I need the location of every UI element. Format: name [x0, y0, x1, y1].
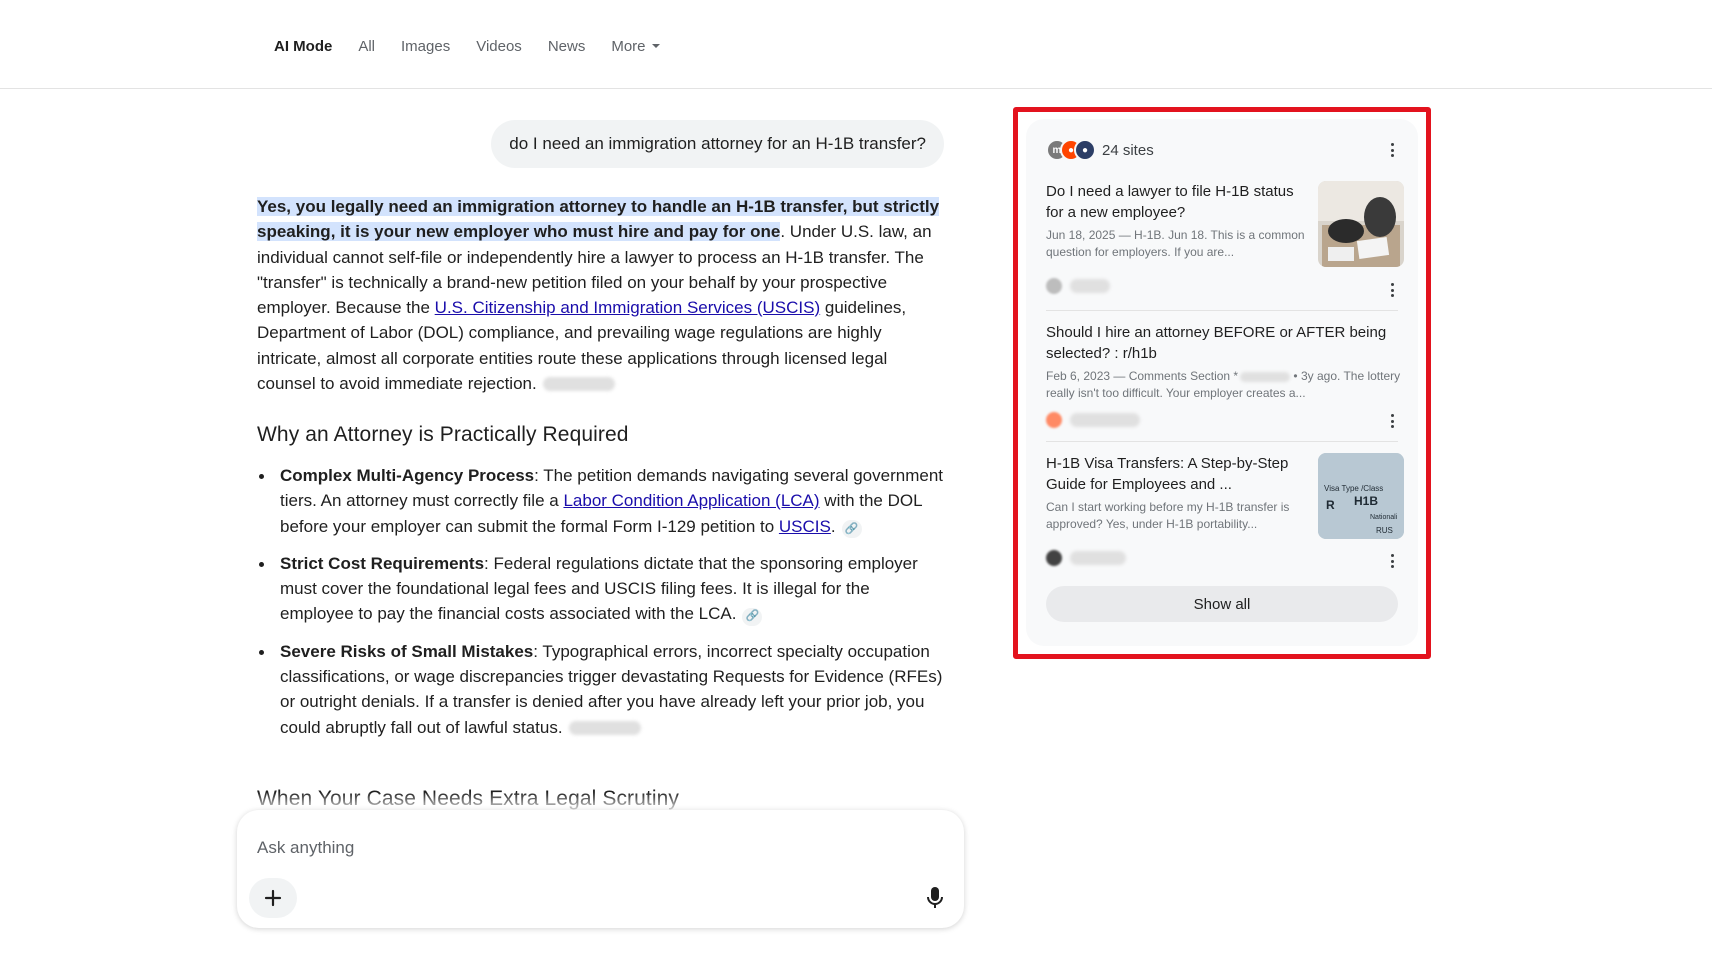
- user-query-bubble: do I need an immigration attorney for an…: [491, 120, 944, 168]
- list-item: Strict Cost Requirements: Federal regula…: [257, 551, 947, 627]
- reasons-list: Complex Multi-Agency Process: The petiti…: [257, 463, 947, 752]
- ask-input-placeholder[interactable]: Ask anything: [257, 838, 354, 858]
- bullet-title: Complex Multi-Agency Process: [280, 466, 535, 485]
- ai-answer-paragraph: Yes, you legally need an immigration att…: [257, 194, 947, 396]
- tab-ai-mode[interactable]: AI Mode: [274, 38, 332, 55]
- search-mode-tabs: AI Mode All Images Videos News More: [274, 38, 686, 55]
- ask-input-box[interactable]: Ask anything: [237, 810, 964, 928]
- list-item: Severe Risks of Small Mistakes: Typograp…: [257, 639, 947, 740]
- citation-chip[interactable]: [542, 377, 615, 392]
- citation-chip[interactable]: [568, 720, 641, 735]
- add-button[interactable]: [249, 878, 297, 918]
- top-navigation-bar: AI Mode All Images Videos News More: [0, 0, 1712, 89]
- link-icon[interactable]: 🔗: [841, 520, 862, 539]
- bullet-text: .: [830, 516, 836, 536]
- bullet-title: Severe Risks of Small Mistakes: [280, 641, 534, 661]
- bullet-title: Strict Cost Requirements: [280, 553, 485, 573]
- uscis-link[interactable]: U.S. Citizenship and Immigration Service…: [435, 298, 820, 317]
- link-icon[interactable]: 🔗: [742, 608, 763, 627]
- tab-all[interactable]: All: [358, 38, 375, 55]
- tab-more[interactable]: More: [611, 38, 660, 55]
- microphone-icon: [927, 887, 943, 908]
- caret-down-icon: [651, 44, 660, 48]
- uscis-short-link[interactable]: USCIS: [779, 517, 831, 536]
- section-heading-why-attorney: Why an Attorney is Practically Required: [257, 423, 629, 446]
- tab-videos[interactable]: Videos: [476, 38, 522, 55]
- tab-news[interactable]: News: [548, 38, 586, 55]
- lca-link[interactable]: Labor Condition Application (LCA): [563, 491, 819, 510]
- plus-icon: [264, 889, 282, 907]
- microphone-button[interactable]: [922, 884, 948, 912]
- tab-more-label: More: [611, 38, 646, 55]
- list-item: Complex Multi-Agency Process: The petiti…: [257, 463, 947, 539]
- highlight-outline: [1013, 107, 1431, 659]
- tab-images[interactable]: Images: [401, 38, 450, 55]
